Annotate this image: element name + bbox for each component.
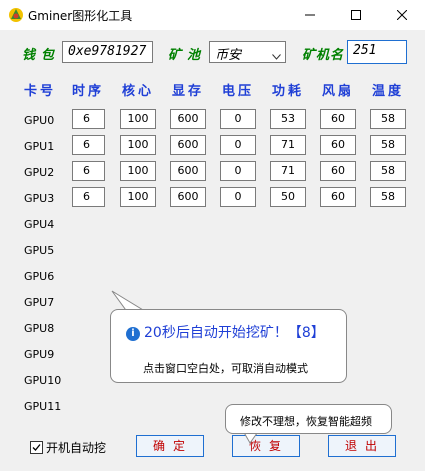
exit-button[interactable]: 退出 (328, 435, 396, 457)
miner-name-label: 矿机名 (302, 48, 345, 63)
gpu2-temp-input[interactable]: 58 (370, 161, 406, 181)
column-header-card: 卡号 (24, 84, 57, 99)
gpu3-core-input[interactable]: 100 (120, 187, 156, 207)
gpu1-temp-input[interactable]: 58 (370, 135, 406, 155)
gpu2-timing-input[interactable]: 6 (72, 161, 105, 181)
gpu-label: GPU7 (24, 296, 55, 309)
info-icon: i (126, 327, 140, 341)
autostart-checkbox[interactable]: 开机自动挖 (30, 439, 106, 456)
pool-select[interactable]: 币安 (209, 41, 286, 63)
column-header-core: 核心 (122, 84, 155, 99)
wallet-label: 钱包 (22, 48, 61, 63)
auto-start-tooltip[interactable]: i 20秒后自动开始挖矿！【8】 点击窗口空白处，可取消自动模式 (110, 309, 347, 383)
gpu1-memory-input[interactable]: 600 (170, 135, 206, 155)
gpu0-voltage-input[interactable]: 0 (220, 109, 256, 129)
gpu2-power-input[interactable]: 71 (270, 161, 306, 181)
app-logo-icon (8, 7, 24, 23)
gpu-label: GPU3 (24, 192, 55, 205)
column-header-memory: 显存 (172, 84, 205, 99)
checkmark-icon (32, 444, 41, 451)
gpu0-fan-input[interactable]: 60 (320, 109, 356, 129)
gpu3-fan-input[interactable]: 60 (320, 187, 356, 207)
gpu-label: GPU2 (24, 166, 55, 179)
maximize-button[interactable] (333, 0, 379, 30)
pool-label: 矿池 (168, 48, 207, 63)
chevron-down-icon (272, 49, 281, 60)
gpu2-voltage-input[interactable]: 0 (220, 161, 256, 181)
checkbox-box (30, 441, 43, 454)
gpu1-voltage-input[interactable]: 0 (220, 135, 256, 155)
gpu1-timing-input[interactable]: 6 (72, 135, 105, 155)
minimize-icon (305, 10, 315, 20)
autostart-label: 开机自动挖 (46, 441, 107, 455)
gpu0-memory-input[interactable]: 600 (170, 109, 206, 129)
gpu-label: GPU0 (24, 114, 55, 127)
gpu-label: GPU11 (24, 400, 62, 413)
window-title: Gminer图形化工具 (28, 9, 133, 23)
gpu-label: GPU10 (24, 374, 62, 387)
ok-button[interactable]: 确定 (136, 435, 204, 457)
restore-tooltip-text: 修改不理想，恢复智能超频 (240, 415, 372, 428)
gpu0-timing-input[interactable]: 6 (72, 109, 105, 129)
close-button[interactable] (379, 0, 425, 30)
column-header-timing: 时序 (72, 84, 105, 99)
gpu3-timing-input[interactable]: 6 (72, 187, 105, 207)
gpu3-memory-input[interactable]: 600 (170, 187, 206, 207)
gpu2-fan-input[interactable]: 60 (320, 161, 356, 181)
gpu-label: GPU5 (24, 244, 55, 257)
gpu0-core-input[interactable]: 100 (120, 109, 156, 129)
auto-start-countdown-text: 20秒后自动开始挖矿！【8】 (144, 325, 325, 341)
column-header-voltage: 电压 (222, 84, 255, 99)
column-header-power: 功耗 (272, 84, 305, 99)
minimize-button[interactable] (287, 0, 333, 30)
gpu3-power-input[interactable]: 50 (270, 187, 306, 207)
auto-start-tooltip-title: i 20秒后自动开始挖矿！【8】 (126, 322, 325, 342)
pool-selected-value: 币安 (215, 48, 242, 63)
gpu-label: GPU6 (24, 270, 55, 283)
gpu-label: GPU4 (24, 218, 55, 231)
maximize-icon (351, 10, 361, 20)
gpu-label: GPU8 (24, 322, 55, 335)
gpu-label: GPU9 (24, 348, 55, 361)
gpu2-memory-input[interactable]: 600 (170, 161, 206, 181)
title-bar[interactable]: Gminer图形化工具 (0, 0, 425, 30)
miner-name-input[interactable]: 251 (347, 40, 407, 64)
gpu1-power-input[interactable]: 71 (270, 135, 306, 155)
column-header-fan: 风扇 (322, 84, 355, 99)
gpu1-fan-input[interactable]: 60 (320, 135, 356, 155)
wallet-input[interactable]: 0xe9781927 (62, 41, 153, 63)
gpu3-voltage-input[interactable]: 0 (220, 187, 256, 207)
gpu0-power-input[interactable]: 53 (270, 109, 306, 129)
close-icon (397, 10, 407, 20)
gpu-label: GPU1 (24, 140, 55, 153)
restore-tooltip: 修改不理想，恢复智能超频 (225, 404, 392, 434)
gpu0-temp-input[interactable]: 58 (370, 109, 406, 129)
gpu2-core-input[interactable]: 100 (120, 161, 156, 181)
gpu3-temp-input[interactable]: 58 (370, 187, 406, 207)
gpu1-core-input[interactable]: 100 (120, 135, 156, 155)
auto-start-tooltip-body: 点击窗口空白处，可取消自动模式 (143, 362, 308, 375)
column-header-temp: 温度 (372, 84, 405, 99)
